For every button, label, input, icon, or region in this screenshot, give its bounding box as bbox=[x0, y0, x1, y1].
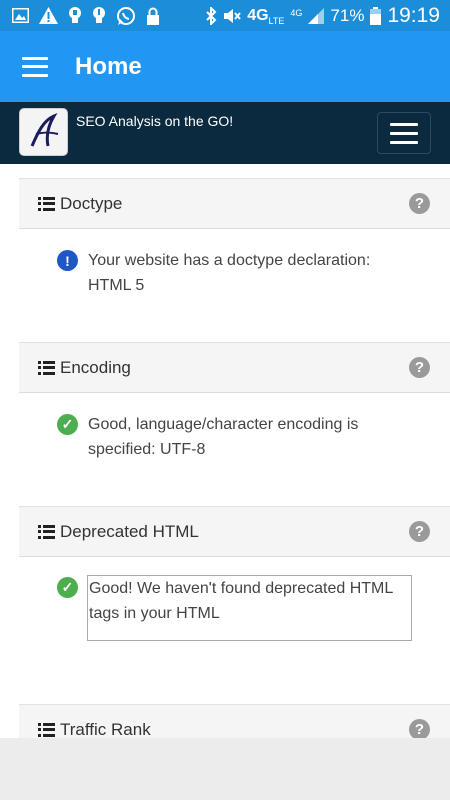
result-message: Good, language/character encoding is spe… bbox=[88, 416, 359, 458]
results-list[interactable]: Doctype ? ! Your website has a doctype d… bbox=[0, 164, 450, 738]
section-title: Traffic Rank bbox=[60, 719, 151, 739]
page-title: Home bbox=[75, 52, 142, 80]
site-tagline: SEO Analysis on the GO! bbox=[76, 113, 234, 129]
help-icon[interactable]: ? bbox=[409, 193, 430, 214]
list-icon bbox=[38, 360, 55, 375]
battery-icon bbox=[370, 6, 382, 25]
bulb-icon bbox=[93, 7, 105, 23]
clock: 19:19 bbox=[387, 3, 440, 27]
picture-icon bbox=[12, 8, 29, 23]
menu-icon[interactable] bbox=[22, 56, 48, 77]
result-item: ✓ Good, language/character encoding is s… bbox=[57, 412, 408, 462]
check-icon: ✓ bbox=[57, 577, 78, 598]
result-message: Your website has a doctype declaration: … bbox=[88, 252, 371, 294]
section-title: Doctype bbox=[60, 193, 123, 213]
section-header-encoding[interactable]: Encoding ? bbox=[19, 342, 450, 393]
section-title: Deprecated HTML bbox=[60, 521, 199, 541]
section-title: Encoding bbox=[60, 357, 131, 377]
site-header: SEO Analysis on the GO! bbox=[0, 102, 450, 164]
result-message-box: Good! We haven't found deprecated HTML t… bbox=[87, 575, 412, 641]
navbar-toggle-button[interactable] bbox=[377, 112, 431, 154]
help-icon[interactable]: ? bbox=[409, 521, 430, 542]
section-header-traffic-rank[interactable]: Traffic Rank ? bbox=[19, 704, 450, 738]
warning-icon bbox=[39, 7, 58, 24]
check-icon: ✓ bbox=[57, 414, 78, 435]
mute-icon bbox=[224, 8, 241, 23]
info-icon: ! bbox=[57, 250, 78, 271]
list-icon bbox=[38, 524, 55, 539]
bluetooth-icon bbox=[206, 6, 217, 25]
section-header-deprecated-html[interactable]: Deprecated HTML ? bbox=[19, 506, 450, 557]
network-type-2: 4G bbox=[290, 7, 303, 18]
list-icon bbox=[38, 722, 55, 737]
app-logo[interactable] bbox=[19, 108, 68, 156]
help-icon[interactable]: ? bbox=[409, 719, 430, 738]
status-bar: 4G LTE 4G 71% 19:19 bbox=[0, 0, 450, 31]
result-item: ✓ Good! We haven't found deprecated HTML… bbox=[57, 575, 412, 641]
whatsapp-icon bbox=[117, 6, 135, 25]
app-bar: Home bbox=[0, 31, 450, 102]
network-type: 4G bbox=[247, 6, 269, 24]
bulb-icon bbox=[69, 7, 81, 23]
battery-percent: 71% bbox=[330, 5, 365, 25]
notification-icons bbox=[0, 6, 160, 26]
logo-mark-icon bbox=[30, 112, 58, 147]
section-header-doctype[interactable]: Doctype ? bbox=[19, 178, 450, 229]
result-item: ! Your website has a doctype declaration… bbox=[57, 248, 408, 298]
help-icon[interactable]: ? bbox=[409, 357, 430, 378]
lock-icon bbox=[147, 7, 159, 25]
signal-icon bbox=[308, 7, 325, 24]
list-icon bbox=[38, 196, 55, 211]
network-subtype: LTE bbox=[268, 15, 285, 26]
bottom-area bbox=[0, 738, 450, 800]
